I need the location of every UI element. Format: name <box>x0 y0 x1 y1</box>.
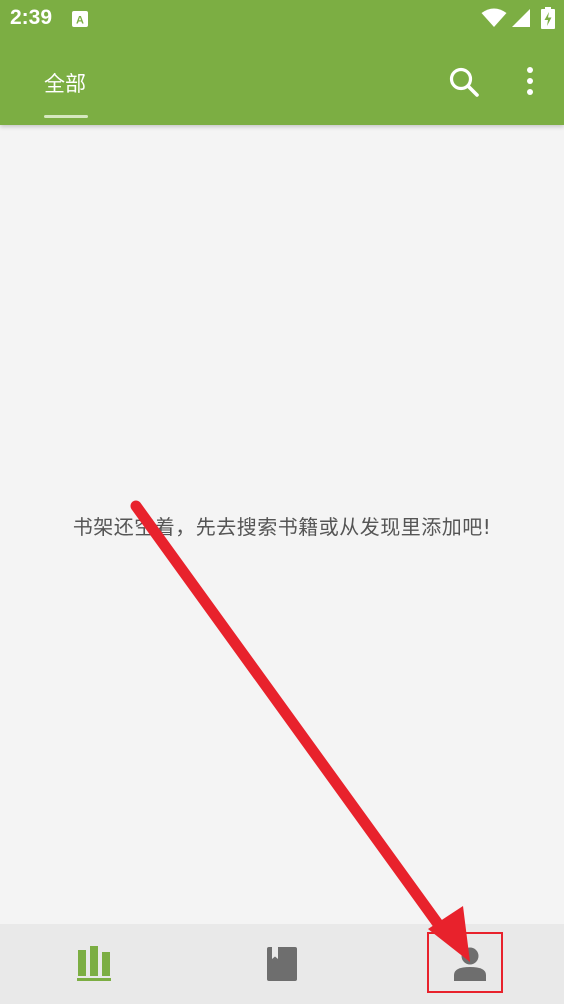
app-bar: 2:39 A 全部 <box>0 0 564 125</box>
status-bar: 2:39 A <box>0 0 564 40</box>
nav-discover[interactable] <box>188 924 376 1004</box>
empty-shelf-message: 书架还空着，先去搜索书籍或从发现里添加吧! <box>72 515 492 539</box>
search-icon[interactable] <box>446 64 482 100</box>
svg-text:A: A <box>76 15 84 27</box>
bookmark-book-icon <box>267 947 297 981</box>
tab-indicator <box>44 115 88 118</box>
wifi-icon <box>481 8 507 27</box>
status-time: 2:39 <box>10 6 53 29</box>
bookshelf-icon <box>77 946 111 981</box>
text-a-icon: A <box>72 11 88 27</box>
signal-icon <box>512 9 530 27</box>
nav-bookshelf[interactable] <box>0 924 188 1004</box>
annotation-highlight-box <box>427 932 503 993</box>
more-vert-icon[interactable] <box>518 64 542 100</box>
battery-charging-icon <box>541 7 555 29</box>
tab-all[interactable]: 全部 <box>44 68 86 98</box>
annotation-arrow <box>130 500 470 962</box>
